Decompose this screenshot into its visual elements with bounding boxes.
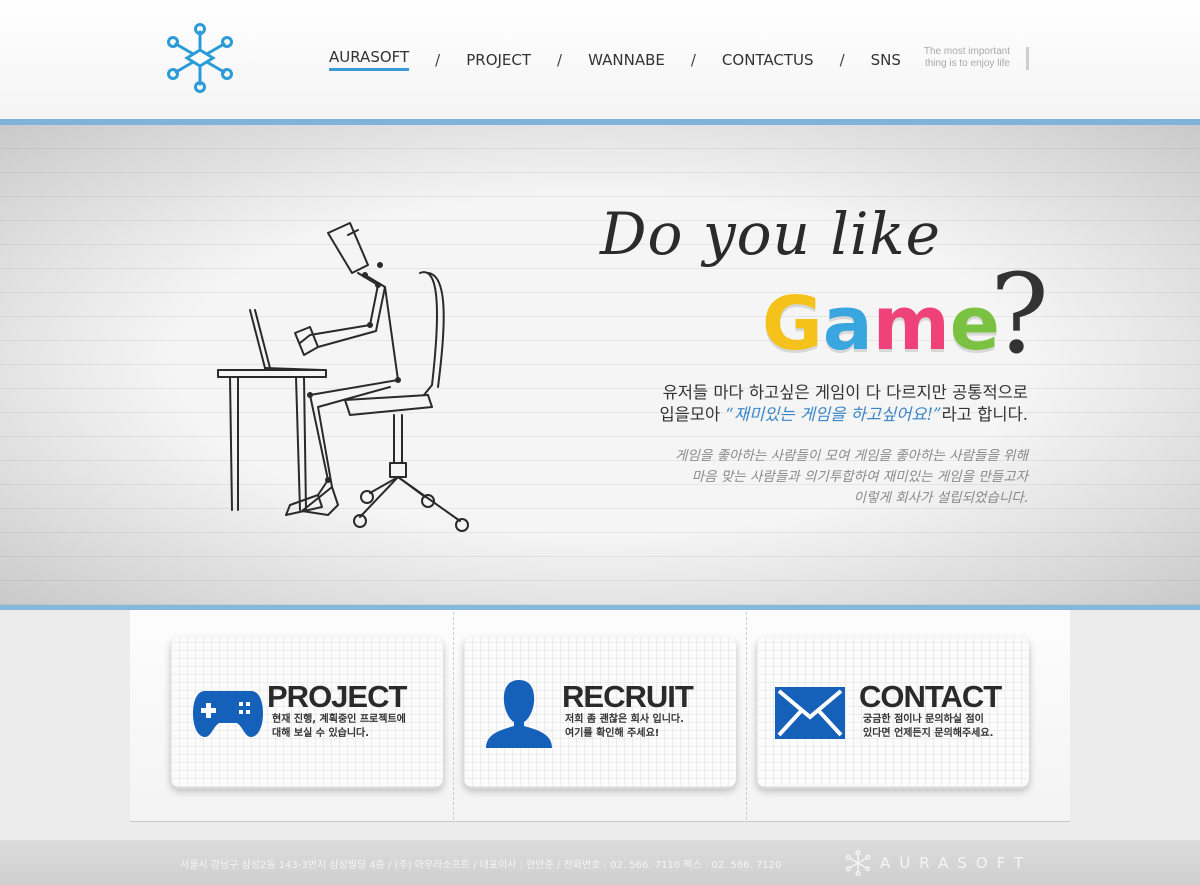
site-footer: 서울시 강남구 삼성2동 143-3번지 삼성빌딩 4층 / (주) 아우라소프… bbox=[0, 840, 1200, 885]
contact-card-title: CONTACT bbox=[859, 679, 1002, 714]
panel-divider bbox=[746, 612, 747, 820]
hero-lead-line2-after: 라고 합니다. bbox=[941, 405, 1028, 424]
tagline-divider bbox=[1026, 47, 1029, 70]
project-card-line1: 현재 진행, 계획중인 프로젝트에 bbox=[272, 714, 406, 725]
main-nav: AURASOFT / PROJECT / WANNABE / CONTACTUS… bbox=[329, 48, 901, 71]
nav-separator: / bbox=[690, 50, 696, 69]
footer-address: 서울시 강남구 삼성2동 143-3번지 삼성빌딩 4층 / (주) 아우라소프… bbox=[180, 860, 782, 871]
contact-card-text: 궁금한 점이나 문의하실 점이 있다면 언제든지 문의해주세요. bbox=[863, 713, 993, 741]
game-letter: a bbox=[822, 281, 873, 367]
nav-item-sns[interactable]: SNS bbox=[871, 51, 901, 69]
hero-desc-line3: 이렇게 회사가 설립되었습니다. bbox=[853, 490, 1028, 506]
recruit-card[interactable]: RECRUIT 저희 좀 괜찮은 회사 입니다. 여기를 확인해 주세요! bbox=[464, 637, 736, 787]
project-card-text: 현재 진행, 계획중인 프로젝트에 대해 보실 수 있습니다. bbox=[272, 713, 406, 741]
site-header: AURASOFT / PROJECT / WANNABE / CONTACTUS… bbox=[0, 0, 1200, 119]
footer-brand: AURASOFT bbox=[880, 854, 1033, 872]
project-card[interactable]: PROJECT 현재 진행, 계획중인 프로젝트에 대해 보실 수 있습니다. bbox=[171, 637, 443, 787]
hero-lead-line1: 유저들 마다 하고싶은 게임이 다 다르지만 공통적으로 bbox=[662, 383, 1028, 402]
nav-separator: / bbox=[839, 50, 845, 69]
hero-desc-line2: 마음 맞는 사람들과 의기투합하여 재미있는 게임을 만들고자 bbox=[691, 469, 1028, 485]
hero-question-mark: ? bbox=[990, 250, 1049, 378]
nav-item-aurasoft[interactable]: AURASOFT bbox=[329, 48, 410, 71]
recruit-card-line1: 저희 좀 괜찮은 회사 입니다. bbox=[565, 714, 684, 725]
hero-desc-line1: 게임을 좋아하는 사람들이 모여 게임을 좋아하는 사람들을 위해 bbox=[675, 448, 1028, 464]
panel-divider bbox=[453, 612, 454, 820]
game-letter: m bbox=[872, 281, 950, 367]
nav-item-project[interactable]: PROJECT bbox=[466, 51, 531, 69]
nav-separator: / bbox=[435, 50, 441, 69]
envelope-icon bbox=[775, 687, 845, 739]
contact-card[interactable]: CONTACT 궁금한 점이나 문의하실 점이 있다면 언제든지 문의해주세요. bbox=[757, 637, 1029, 787]
aurasoft-logo-icon[interactable] bbox=[165, 22, 235, 94]
tagline: The most important thing is to enjoy lif… bbox=[905, 46, 1010, 70]
footer-logo-icon bbox=[845, 850, 871, 876]
nav-separator: / bbox=[557, 50, 563, 69]
nav-item-wannabe[interactable]: WANNABE bbox=[588, 51, 665, 69]
hero-lead-line2-before: 입을모아 bbox=[659, 405, 726, 424]
stick-figure-at-desk-illustration bbox=[217, 222, 469, 532]
tagline-line2: thing is to enjoy life bbox=[924, 58, 1010, 69]
hero-lead-text: 유저들 마다 하고싶은 게임이 다 다르지만 공통적으로 입을모아 “재미있는 … bbox=[659, 382, 1028, 426]
recruit-card-text: 저희 좀 괜찮은 회사 입니다. 여기를 확인해 주세요! bbox=[565, 713, 684, 741]
contact-card-line2: 있다면 언제든지 문의해주세요. bbox=[863, 728, 994, 739]
recruit-card-line2: 여기를 확인해 주세요! bbox=[565, 728, 660, 739]
project-card-title: PROJECT bbox=[267, 679, 407, 714]
nav-item-contactus[interactable]: CONTACTUS bbox=[722, 51, 814, 69]
contact-card-line1: 궁금한 점이나 문의하실 점이 bbox=[863, 714, 984, 725]
game-letter: G bbox=[762, 281, 823, 367]
hero-description: 게임을 좋아하는 사람들이 모여 게임을 좋아하는 사람들을 위해 마음 맞는 … bbox=[675, 446, 1028, 509]
person-icon bbox=[486, 680, 552, 748]
hero-lead-quote: “재미있는 게임을 하고싶어요!” bbox=[725, 405, 942, 424]
hero-lead-line2: 입을모아 “재미있는 게임을 하고싶어요!”라고 합니다. bbox=[659, 404, 1028, 426]
tagline-line1: The most important bbox=[923, 46, 1010, 57]
project-card-line2: 대해 보실 수 있습니다. bbox=[272, 728, 370, 739]
hero-headline: Do you like bbox=[600, 200, 941, 268]
recruit-card-title: RECRUIT bbox=[562, 679, 694, 714]
gamepad-icon bbox=[193, 691, 263, 737]
panel-bottom-line bbox=[130, 821, 1070, 822]
hero-game-word: Game bbox=[762, 282, 1000, 366]
